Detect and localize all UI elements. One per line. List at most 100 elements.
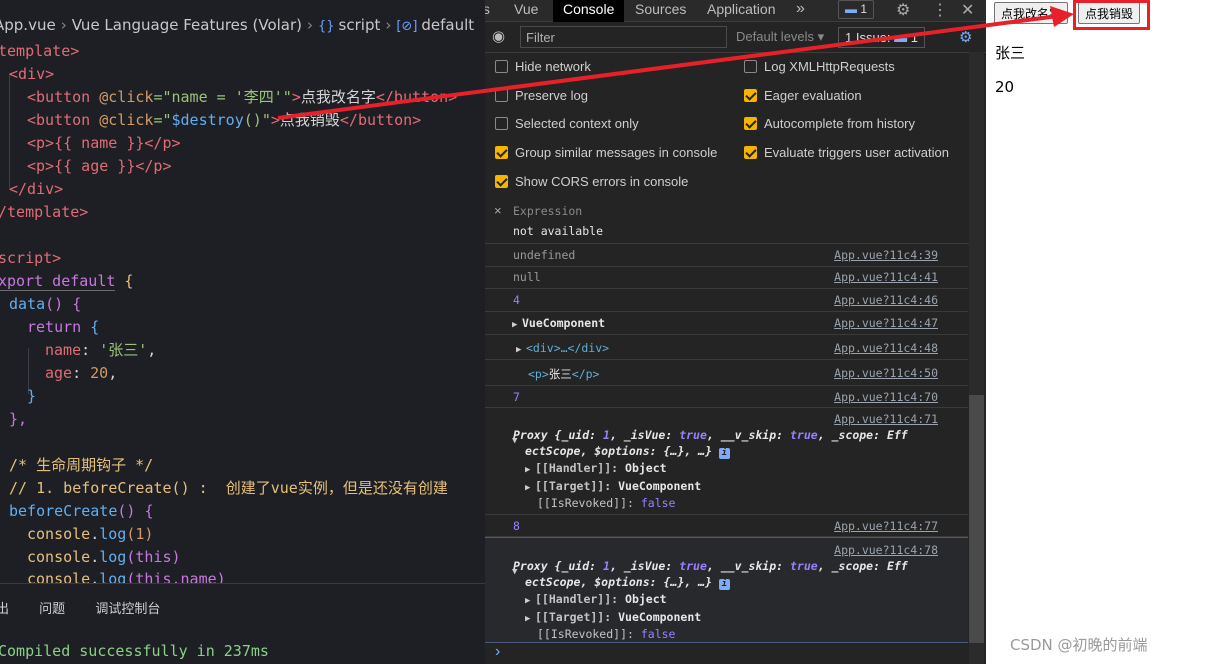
source-link[interactable]: App.vue?11c4:41	[834, 270, 938, 284]
source-link[interactable]: App.vue?11c4:71	[834, 412, 938, 426]
log-value: Proxy {_uid:	[513, 559, 604, 573]
code-token: ()	[243, 111, 262, 129]
log-object[interactable]: ▶ VueComponent	[512, 316, 605, 330]
messages-badge[interactable]: ▬ 1	[838, 0, 875, 19]
setting-preserve-log[interactable]: Preserve log	[495, 86, 588, 106]
setting-hide-network[interactable]: Hide network	[495, 57, 591, 77]
checkbox[interactable]	[744, 60, 757, 73]
code-token: <p>{{ name }}</p>	[27, 134, 181, 152]
proxy-summary-cont: ectScope, $options: {…}, …} i	[525, 575, 730, 590]
setting-autocomplete[interactable]: Autocomplete from history	[744, 114, 915, 134]
breadcrumb-script[interactable]: script	[339, 16, 381, 34]
proxy-summary[interactable]: Proxy {_uid: 1, _isVue: true, __v_skip: …	[513, 559, 908, 573]
levels-dropdown[interactable]: Default levels ▾	[736, 29, 824, 45]
breadcrumb-file[interactable]: App.vue	[0, 16, 56, 34]
code-token: template>	[0, 42, 80, 60]
setting-eager-evaluation[interactable]: Eager evaluation	[744, 86, 862, 106]
source-link[interactable]: App.vue?11c4:48	[834, 341, 938, 355]
collapse-triangle-icon[interactable]: ▼	[512, 436, 517, 446]
eye-icon[interactable]: ◉	[492, 27, 505, 45]
log-tag: <p>	[528, 367, 549, 381]
log-element[interactable]: <p>张三</p>	[528, 366, 599, 382]
kebab-menu-icon[interactable]: ⋮	[932, 0, 948, 20]
checkbox[interactable]	[495, 89, 508, 102]
filter-input[interactable]	[520, 26, 727, 48]
checkbox[interactable]	[744, 146, 757, 159]
source-link[interactable]: App.vue?11c4:46	[834, 293, 938, 307]
proxy-handler[interactable]: ▶ [[Handler]]: Object	[525, 592, 667, 606]
setting-evaluate-triggers[interactable]: Evaluate triggers user activation	[744, 143, 949, 163]
console-prompt[interactable]: ›	[485, 643, 968, 664]
tab-previous[interactable]: ts	[485, 0, 490, 22]
close-expression-icon[interactable]: ×	[494, 203, 502, 218]
code-line: </div>	[9, 178, 63, 201]
code-token: console	[27, 525, 91, 543]
settings-gear-icon[interactable]: ⚙	[959, 28, 972, 46]
log-element[interactable]: ▶ <div>…</div>	[516, 341, 609, 355]
info-icon[interactable]: i	[718, 448, 730, 459]
code-token: .	[90, 525, 100, 543]
proxy-summary[interactable]: Proxy {_uid: 1, _isVue: true, __v_skip: …	[513, 428, 908, 442]
breadcrumb-section[interactable]: Vue Language Features (Volar)	[72, 16, 302, 34]
tab-debug-console[interactable]: 调试控制台	[95, 598, 160, 617]
source-link[interactable]: App.vue?11c4:50	[834, 366, 938, 380]
proxy-handler[interactable]: ▶ [[Handler]]: Object	[525, 461, 667, 475]
devtools-panel: ts Vue Console Sources Application » ▬ 1…	[485, 0, 986, 664]
setting-label: Hide network	[515, 59, 591, 74]
tab-output[interactable]: 出	[0, 598, 9, 617]
code-token: console	[27, 548, 91, 566]
setting-cors-errors[interactable]: Show CORS errors in console	[495, 172, 688, 192]
expand-triangle-icon[interactable]: ▶	[525, 483, 535, 493]
log-key: [[Handler]]:	[535, 592, 626, 606]
checkbox[interactable]	[495, 146, 508, 159]
log-value: 4	[513, 293, 520, 307]
code-line: age: 20,	[45, 362, 117, 385]
code-editor[interactable]: App.vue › Vue Language Features (Volar) ›{}…	[0, 0, 485, 664]
tab-problems[interactable]: 问题	[39, 598, 65, 617]
messages-count: 1	[860, 2, 868, 16]
code-token: ="	[153, 88, 172, 106]
source-link[interactable]: App.vue?11c4:78	[834, 543, 938, 557]
code-line: <p>{{ name }}</p>	[27, 132, 181, 155]
source-link[interactable]: App.vue?11c4:77	[834, 519, 938, 533]
collapse-triangle-icon[interactable]: ▼	[512, 567, 517, 577]
console-scrollbar[interactable]	[969, 395, 984, 643]
tab-console[interactable]: Console	[553, 0, 625, 22]
expand-triangle-icon[interactable]: ▶	[525, 465, 535, 475]
setting-selected-context[interactable]: Selected context only	[495, 114, 639, 134]
expression-title[interactable]: Expression	[513, 204, 582, 218]
rename-button[interactable]: 点我改名字	[994, 2, 1069, 24]
source-link[interactable]: App.vue?11c4:70	[834, 390, 938, 404]
console-row: <p>张三</p> App.vue?11c4:50	[485, 360, 968, 386]
expand-triangle-icon[interactable]: ▶	[512, 320, 522, 330]
checkbox[interactable]	[495, 117, 508, 130]
tab-sources[interactable]: Sources	[635, 0, 686, 22]
log-key: [[Target]]:	[535, 479, 619, 493]
issues-button[interactable]: 1 Issue: ▬ 1	[838, 27, 926, 48]
checkbox[interactable]	[495, 60, 508, 73]
more-tabs-icon[interactable]: »	[796, 0, 805, 22]
close-icon[interactable]: ✕	[961, 0, 974, 20]
expand-triangle-icon[interactable]: ▶	[525, 614, 535, 624]
setting-log-xhr[interactable]: Log XMLHttpRequests	[744, 57, 895, 77]
proxy-target[interactable]: ▶ [[Target]]: VueComponent	[525, 479, 701, 493]
proxy-target[interactable]: ▶ [[Target]]: VueComponent	[525, 610, 701, 624]
setting-group-messages[interactable]: Group similar messages in console	[495, 143, 717, 163]
tab-vue[interactable]: Vue	[514, 0, 538, 22]
expand-triangle-icon[interactable]: ▶	[516, 345, 526, 355]
source-link[interactable]: App.vue?11c4:47	[834, 316, 938, 330]
log-value: VueComponent	[618, 479, 702, 493]
code-token: log	[99, 548, 127, 566]
checkbox[interactable]	[744, 117, 757, 130]
tab-application[interactable]: Application	[707, 0, 776, 22]
gear-icon[interactable]: ⚙	[896, 0, 910, 20]
code-line: script>	[0, 247, 61, 270]
proxy-summary-cont: ectScope, $options: {…}, …} i	[525, 444, 730, 459]
expand-triangle-icon[interactable]: ▶	[525, 596, 535, 606]
breadcrumb-symbol[interactable]: default	[421, 16, 474, 34]
checkbox[interactable]	[744, 89, 757, 102]
info-icon[interactable]: i	[718, 579, 730, 590]
source-link[interactable]: App.vue?11c4:39	[834, 248, 938, 262]
code-token: ,	[108, 364, 118, 382]
checkbox[interactable]	[495, 175, 508, 188]
